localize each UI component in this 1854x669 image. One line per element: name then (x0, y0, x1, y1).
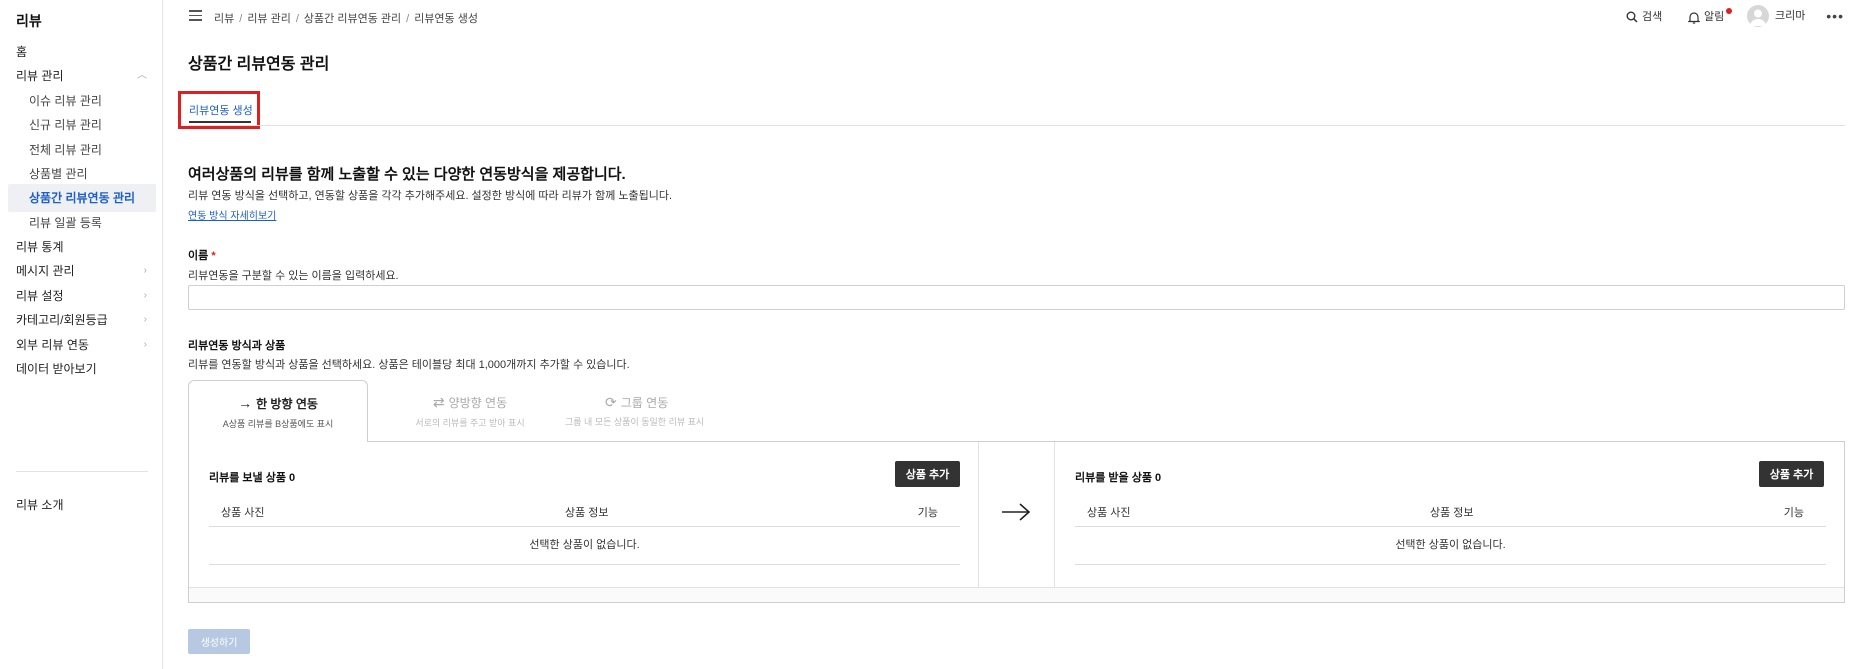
user-icon (1750, 9, 1766, 26)
breadcrumb-item[interactable]: 리뷰 관리 (247, 13, 291, 25)
tab-title: 양방향 연동 (448, 396, 508, 410)
sidebar-divider (16, 471, 148, 472)
tab-title: 한 방향 연동 (256, 397, 318, 411)
required-mark: * (211, 250, 216, 262)
more-icon[interactable]: ••• (1826, 8, 1844, 24)
sidebar-item-all-reviews[interactable]: 전체 리뷰 관리 (8, 139, 156, 161)
arrow-right-icon: → (238, 395, 253, 411)
add-receive-product-button[interactable]: 상품 추가 (1759, 461, 1824, 487)
sidebar-item-external[interactable]: 외부 리뷰 연동 › (16, 334, 147, 356)
column-header: 상품 사진 (221, 507, 265, 519)
tab-title: 그룹 연동 (620, 396, 669, 410)
table-header: 상품 사진 상품 정보 기능 (1075, 499, 1826, 527)
breadcrumb-item: 리뷰연동 생성 (414, 13, 478, 25)
user-menu[interactable]: 크리마 (1747, 5, 1805, 27)
sidebar-item-label: 카테고리/회원등급 (16, 313, 108, 327)
tab-group[interactable]: ⟳ 그룹 연동 그룹 내 모든 상품이 동일한 리뷰 표시 (565, 380, 705, 441)
sidebar-item-stats[interactable]: 리뷰 통계 (16, 236, 147, 258)
tab-one-way[interactable]: → 한 방향 연동 A상품 리뷰를 B상품에도 표시 (188, 380, 368, 442)
column-header: 상품 정보 (565, 507, 609, 519)
name-help: 리뷰연동을 구분할 수 있는 이름을 입력하세요. (188, 270, 399, 282)
breadcrumb-item[interactable]: 상품간 리뷰연동 관리 (304, 13, 401, 25)
sidebar-item-new-reviews[interactable]: 신규 리뷰 관리 (8, 114, 156, 136)
search-label: 검색 (1642, 11, 1663, 23)
chevron-right-icon: › (143, 265, 147, 276)
name-label: 이름 * (188, 247, 216, 263)
user-name: 크리마 (1775, 9, 1806, 22)
topbar: 리뷰 / 리뷰 관리 / 상품간 리뷰연동 관리 / 리뷰연동 생성 검색 알림 크리마 •… (163, 0, 1854, 32)
search-button[interactable]: 검색 (1626, 8, 1662, 24)
chevron-right-icon: › (143, 290, 147, 301)
method-detail-link[interactable]: 연동 방식 자세히보기 (188, 207, 276, 222)
intro-description: 리뷰 연동 방식을 선택하고, 연동할 상품을 각각 추가해주세요. 설정한 방… (188, 190, 673, 202)
column-header: 기능 (1783, 507, 1804, 519)
search-icon (1626, 11, 1638, 23)
tab-divider (188, 125, 1845, 126)
sidebar-item-review-manage[interactable]: 리뷰 관리 ︿ (16, 65, 147, 87)
sidebar-item-settings[interactable]: 리뷰 설정 › (16, 285, 147, 307)
empty-message: 선택한 상품이 없습니다. (1075, 527, 1826, 565)
tab-active-underline (189, 121, 251, 123)
sidebar-item-messages[interactable]: 메시지 관리 › (16, 260, 147, 282)
send-products-section: 리뷰를 보낼 상품 0 상품 추가 상품 사진 상품 정보 기능 선택한 상품이… (189, 442, 979, 588)
name-label-text: 이름 (188, 250, 209, 262)
receive-products-section: 리뷰를 받을 상품 0 상품 추가 상품 사진 상품 정보 기능 선택한 상품이… (1055, 442, 1844, 588)
bell-icon (1688, 12, 1700, 24)
sidebar-title: 리뷰 (16, 13, 42, 29)
swap-arrows-icon: ⇄ (432, 394, 445, 410)
tab-two-way[interactable]: ⇄ 양방향 연동 서로의 리뷰를 주고 받아 표시 (380, 380, 560, 441)
breadcrumb-item[interactable]: 리뷰 (214, 13, 234, 25)
notify-label: 알림 (1704, 11, 1725, 23)
chevron-up-icon: ︿ (137, 70, 147, 81)
tab-create[interactable]: 리뷰연동 생성 (189, 102, 253, 118)
tab-desc: 서로의 리뷰를 주고 받아 표시 (415, 418, 525, 428)
column-header: 상품 정보 (1430, 507, 1474, 519)
avatar (1747, 5, 1769, 27)
table-header: 상품 사진 상품 정보 기능 (209, 499, 960, 527)
sidebar-item-category[interactable]: 카테고리/회원등급 › (16, 309, 147, 331)
sidebar-item-label: 리뷰 관리 (16, 69, 64, 83)
sidebar-item-data[interactable]: 데이터 받아보기 (16, 358, 147, 380)
sidebar-item-product-manage[interactable]: 상품별 관리 (8, 163, 156, 185)
empty-message: 선택한 상품이 없습니다. (209, 527, 960, 565)
sidebar-item-label: 리뷰 설정 (16, 289, 64, 303)
page-title: 상품간 리뷰연동 관리 (188, 56, 330, 73)
sidebar-item-review-link[interactable]: 상품간 리뷰연동 관리 (8, 184, 156, 212)
create-button[interactable]: 생성하기 (188, 629, 250, 654)
notification-badge (1726, 8, 1732, 14)
chevron-right-icon: › (143, 339, 147, 350)
sidebar-item-bulk-register[interactable]: 리뷰 일괄 등록 (8, 212, 156, 234)
panel-footer (189, 587, 1844, 602)
breadcrumb: 리뷰 / 리뷰 관리 / 상품간 리뷰연동 관리 / 리뷰연동 생성 (214, 13, 478, 25)
sidebar-item-about[interactable]: 리뷰 소개 (16, 494, 147, 516)
column-header: 기능 (917, 507, 938, 519)
method-help: 리뷰를 연동할 방식과 상품을 선택하세요. 상품은 테이블당 최대 1,000… (188, 359, 630, 371)
sidebar: 리뷰 홈 리뷰 관리 ︿ 이슈 리뷰 관리 신규 리뷰 관리 전체 리뷰 관리 상… (0, 0, 163, 669)
method-label: 리뷰연동 방식과 상품 (188, 340, 286, 352)
add-send-product-button[interactable]: 상품 추가 (895, 461, 960, 487)
tab-desc: A상품 리뷰를 B상품에도 표시 (222, 419, 334, 429)
name-input[interactable] (188, 285, 1845, 310)
send-products-title: 리뷰를 보낼 상품 0 (209, 472, 296, 484)
sidebar-item-label: 메시지 관리 (16, 264, 75, 278)
product-panel: 리뷰를 보낼 상품 0 상품 추가 상품 사진 상품 정보 기능 선택한 상품이… (188, 441, 1845, 603)
column-header: 상품 사진 (1087, 507, 1131, 519)
intro-heading: 여러상품의 리뷰를 함께 노출할 수 있는 다양한 연동방식을 제공합니다. (188, 166, 626, 183)
tab-desc: 그룹 내 모든 상품이 동일한 리뷰 표시 (565, 417, 705, 427)
direction-divider (979, 442, 1055, 588)
sidebar-item-issue-reviews[interactable]: 이슈 리뷰 관리 (8, 90, 156, 112)
menu-icon[interactable] (189, 10, 202, 21)
sidebar-item-label: 외부 리뷰 연동 (16, 338, 89, 352)
receive-products-title: 리뷰를 받을 상품 0 (1075, 472, 1162, 484)
chevron-right-icon: › (143, 314, 147, 325)
sidebar-item-home[interactable]: 홈 (16, 41, 147, 63)
refresh-icon: ⟳ (605, 394, 617, 410)
notify-button[interactable]: 알림 (1688, 8, 1732, 24)
arrow-right-icon (1002, 503, 1031, 521)
